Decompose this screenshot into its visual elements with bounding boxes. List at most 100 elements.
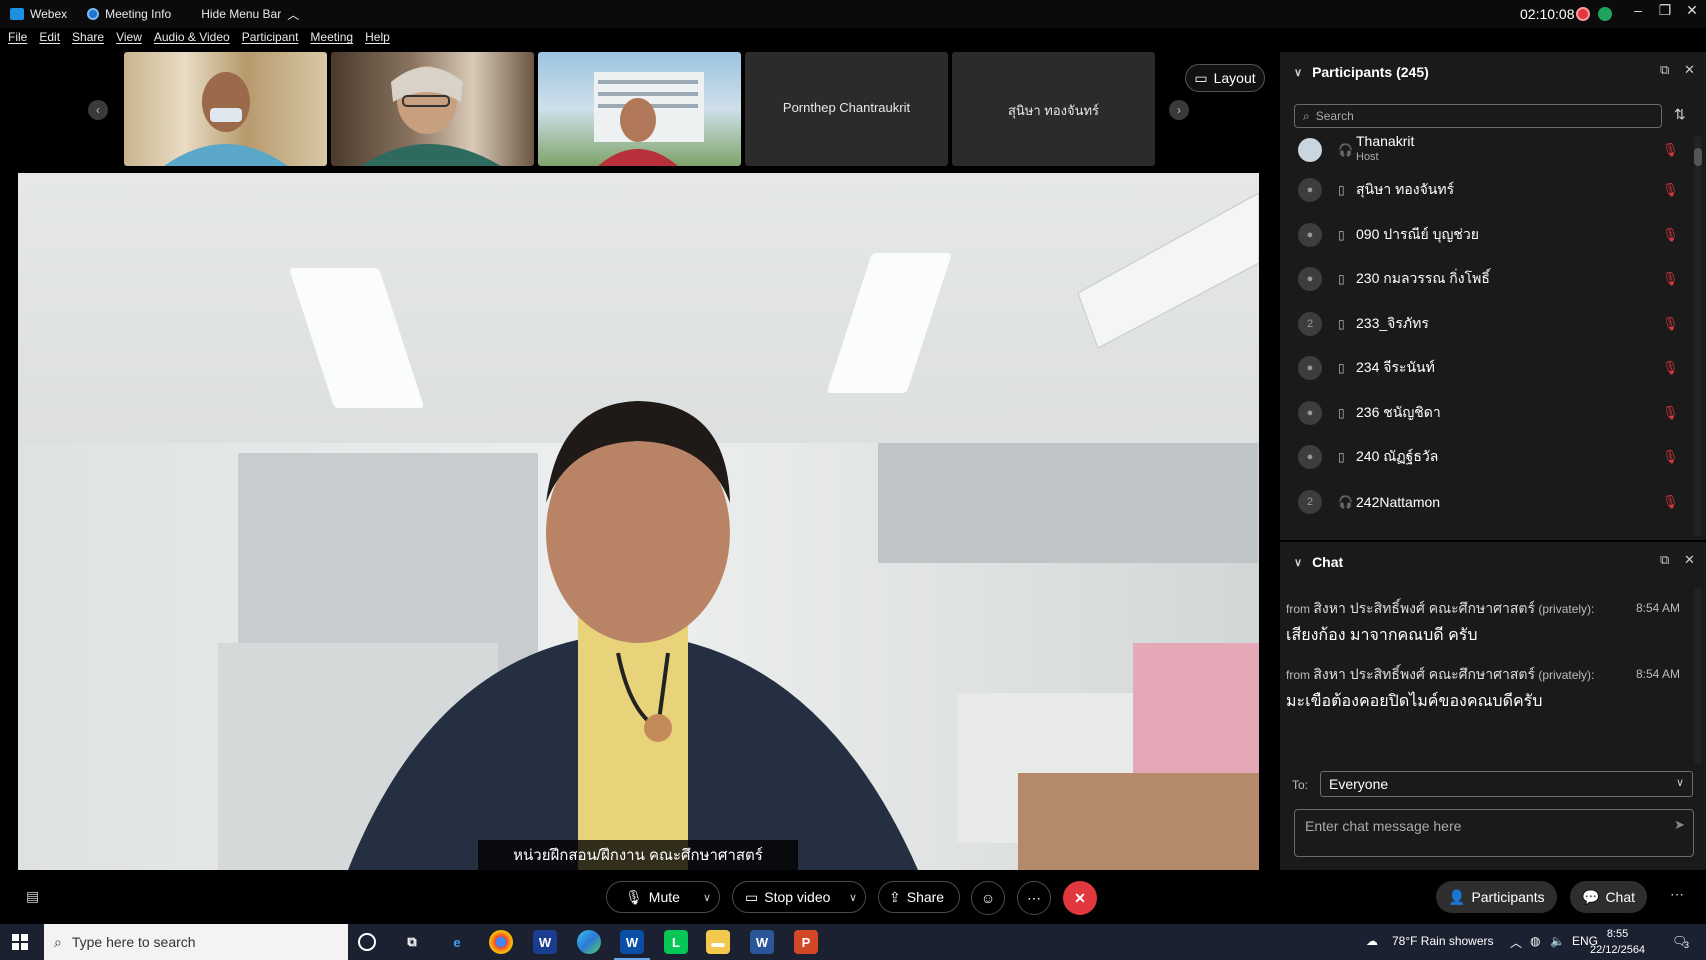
chat-bubble-icon: 💬 xyxy=(1582,888,1600,905)
more-options-button[interactable]: ⋯ xyxy=(1017,881,1051,915)
participant-row[interactable]: ● ▯ 234 จีระนันท์ 🎙 xyxy=(1280,348,1690,388)
muted-mic-icon[interactable]: 🎙 xyxy=(1662,405,1679,421)
participants-scrollbar[interactable] xyxy=(1694,136,1702,536)
muted-mic-icon[interactable]: 🎙 xyxy=(1662,360,1679,376)
minimize-icon[interactable]: – xyxy=(1626,2,1650,18)
participants-scroll-thumb[interactable] xyxy=(1694,148,1702,166)
chat-panel-button[interactable]: 💬 Chat xyxy=(1570,881,1648,913)
menu-meeting[interactable]: Meeting xyxy=(310,30,353,50)
edge-icon[interactable] xyxy=(577,930,601,954)
menu-participant[interactable]: Participant xyxy=(242,30,299,50)
participants-title: Participants (245) xyxy=(1312,64,1429,80)
prev-thumbnails-button[interactable]: ‹ xyxy=(88,100,108,120)
chevron-down-icon[interactable]: ∨ xyxy=(703,891,711,904)
close-window-icon[interactable]: ✕ xyxy=(1680,2,1704,19)
app-title: Webex xyxy=(10,7,67,21)
hide-menu-bar-button[interactable]: Hide Menu Bar ︿ xyxy=(201,6,299,23)
windows-start-icon[interactable] xyxy=(12,934,28,950)
cortana-icon[interactable] xyxy=(358,933,376,951)
participants-header[interactable]: ∨ Participants (245) xyxy=(1280,52,1706,92)
menu-edit[interactable]: Edit xyxy=(39,30,60,50)
thumbnail-video-1[interactable] xyxy=(124,52,327,166)
muted-mic-icon[interactable]: 🎙 xyxy=(1662,182,1679,198)
side-panel: ∨ Participants (245) ⧉ ✕ ⌕ Search ⇅ 🎧 Th… xyxy=(1280,52,1706,870)
thumbnail-name-4[interactable]: Pornthep Chantraukrit xyxy=(745,52,948,166)
video-caption-label: หน่วยฝึกสอน/ฝึกงาน คณะศึกษาศาสตร์ xyxy=(478,840,798,870)
chat-scrollbar[interactable] xyxy=(1694,588,1702,764)
word-icon[interactable]: W xyxy=(750,930,774,954)
main-video-stage[interactable] xyxy=(18,173,1259,870)
pop-out-icon[interactable]: ⧉ xyxy=(1660,552,1669,568)
participants-panel-button[interactable]: 👤 Participants xyxy=(1436,881,1557,913)
file-explorer-icon[interactable]: ▬ xyxy=(706,930,730,954)
internet-explorer-icon[interactable]: e xyxy=(445,930,469,954)
thumbnail-video-2[interactable] xyxy=(331,52,534,166)
volume-icon[interactable]: 🔈 xyxy=(1550,934,1565,948)
participant-row[interactable]: ● ▯ 230 กมลวรรณ กิ่งโพธิ์ 🎙 xyxy=(1280,259,1690,299)
participant-row[interactable]: 🎧 Thanakrit Host 🎙 xyxy=(1280,130,1690,170)
close-panel-icon[interactable]: ✕ xyxy=(1684,552,1695,568)
captions-icon[interactable]: ▤ xyxy=(26,888,39,905)
chat-recipient-select[interactable]: Everyone ∨ xyxy=(1320,771,1693,797)
security-icon[interactable] xyxy=(1598,7,1612,21)
powerpoint-icon[interactable]: P xyxy=(794,930,818,954)
weather-icon[interactable]: ☁ xyxy=(1366,934,1378,948)
participant-row[interactable]: ● ▯ 240 ณัฏฐ์ธวัล 🎙 xyxy=(1280,437,1690,477)
taskbar-clock[interactable]: 8:55 22/12/2564 xyxy=(1590,926,1645,958)
shield-icon xyxy=(87,8,100,20)
muted-mic-icon[interactable]: 🎙 xyxy=(1662,494,1679,510)
close-panel-icon[interactable]: ✕ xyxy=(1684,62,1695,78)
chat-message-input[interactable]: Enter chat message here xyxy=(1294,809,1694,857)
next-thumbnails-button[interactable]: › xyxy=(1169,100,1189,120)
webex-meetings-icon[interactable]: W xyxy=(533,930,557,954)
reactions-button[interactable]: ☺ xyxy=(971,881,1005,915)
menu-view[interactable]: View xyxy=(116,30,142,50)
menu-help[interactable]: Help xyxy=(365,30,390,50)
chevron-up-icon[interactable]: ︿ xyxy=(1510,934,1522,951)
muted-mic-icon[interactable]: 🎙 xyxy=(1662,142,1679,158)
chrome-icon[interactable] xyxy=(489,930,513,954)
thumbnail-name-5[interactable]: สุนิษา ทองจันทร์ xyxy=(952,52,1155,166)
menu-file[interactable]: File xyxy=(8,30,27,50)
sort-icon[interactable]: ⇅ xyxy=(1674,106,1686,123)
menu-audio-video[interactable]: Audio & Video xyxy=(154,30,230,50)
mute-button[interactable]: 🎙 Mute ∨ xyxy=(606,881,720,913)
muted-mic-icon[interactable]: 🎙 xyxy=(1662,271,1679,287)
participant-row[interactable]: ● ▯ 090 ปารณีย์ บุญช่วย 🎙 xyxy=(1280,215,1690,255)
send-icon[interactable]: ➤ xyxy=(1674,817,1685,833)
muted-mic-icon[interactable]: 🎙 xyxy=(1662,449,1679,465)
pop-out-icon[interactable]: ⧉ xyxy=(1660,62,1669,78)
network-icon[interactable]: ◍ xyxy=(1530,934,1540,948)
leave-meeting-button[interactable]: ✕ xyxy=(1063,881,1097,915)
chat-sender[interactable]: สิงหา ประสิทธิ์พงศ์ คณะศึกษาศาสตร์ xyxy=(1313,600,1535,616)
task-view-icon[interactable]: ⧉ xyxy=(400,930,424,954)
stop-video-button[interactable]: ▭ Stop video ∨ xyxy=(732,881,866,913)
chevron-down-icon[interactable]: ∨ xyxy=(1294,66,1302,79)
thumbnail-video-3[interactable] xyxy=(538,52,741,166)
participant-row[interactable]: ● ▯ สุนิษา ทองจันทร์ 🎙 xyxy=(1280,170,1690,210)
chat-sender[interactable]: สิงหา ประสิทธิ์พงศ์ คณะศึกษาศาสตร์ xyxy=(1313,666,1535,682)
participant-row[interactable]: 2 🎧 242Nattamon 🎙 xyxy=(1280,482,1690,522)
chat-header[interactable]: ∨ Chat xyxy=(1280,542,1706,582)
meeting-info-button[interactable]: Meeting Info xyxy=(87,7,171,21)
participant-search-input[interactable]: ⌕ Search xyxy=(1294,104,1662,128)
chevron-down-icon[interactable]: ∨ xyxy=(849,891,857,904)
muted-mic-icon[interactable]: 🎙 xyxy=(1662,227,1679,243)
chat-private-label: (privately): xyxy=(1538,668,1595,682)
recording-icon[interactable] xyxy=(1576,7,1590,21)
share-button[interactable]: ⇪ Share xyxy=(878,881,960,913)
headset-icon: 🎧 xyxy=(1338,495,1353,509)
restore-icon[interactable]: ❐ xyxy=(1653,2,1677,19)
more-icon[interactable]: ⋯ xyxy=(1670,886,1684,903)
chevron-down-icon[interactable]: ∨ xyxy=(1294,556,1302,569)
menu-share[interactable]: Share xyxy=(72,30,104,50)
avatar-icon: ● xyxy=(1298,401,1322,425)
taskbar-search-input[interactable]: ⌕ Type here to search xyxy=(44,924,348,960)
line-app-icon[interactable]: L xyxy=(664,930,688,954)
layout-button[interactable]: ▭ Layout xyxy=(1185,64,1265,92)
muted-mic-icon[interactable]: 🎙 xyxy=(1662,316,1679,332)
webex-app-icon[interactable]: W xyxy=(614,930,650,960)
weather-status[interactable]: 78°F Rain showers xyxy=(1392,934,1494,948)
participant-row[interactable]: ● ▯ 236 ชนัญชิดา 🎙 xyxy=(1280,393,1690,433)
participant-row[interactable]: 2 ▯ 233_จิรภัทร 🎙 xyxy=(1280,304,1690,344)
